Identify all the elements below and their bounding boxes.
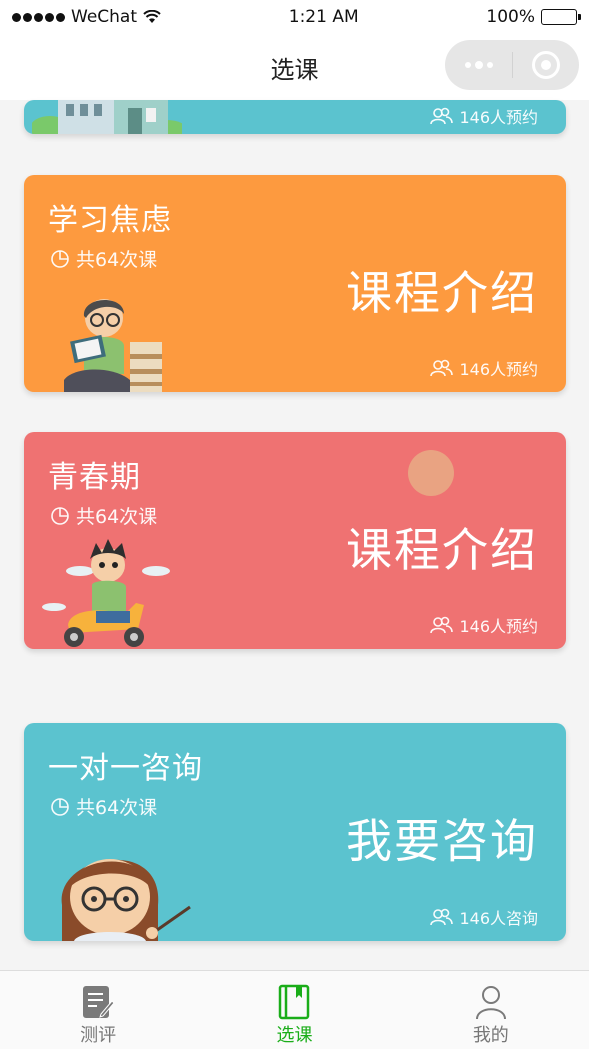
card-count-label: 146人预约 bbox=[459, 108, 538, 127]
status-left: WeChat bbox=[12, 7, 161, 27]
touch-indicator bbox=[408, 450, 454, 496]
card-signup-count: 146人预约 bbox=[429, 613, 538, 637]
card-lessons: 共64次课 bbox=[50, 245, 157, 272]
consult-link[interactable]: 我要咨询 bbox=[346, 805, 538, 871]
tab-label: 测评 bbox=[80, 1025, 117, 1046]
tab-label: 选课 bbox=[276, 1025, 313, 1046]
course-card-partial[interactable]: 146人预约 bbox=[24, 100, 566, 134]
card-lessons: 共64次课 bbox=[50, 793, 157, 820]
card-lessons-label: 共64次课 bbox=[76, 506, 158, 528]
pie-chart-icon bbox=[51, 797, 69, 816]
carrier-label: WeChat bbox=[71, 7, 137, 27]
people-icon bbox=[430, 359, 454, 377]
card-title: 学习焦虑 bbox=[48, 203, 172, 238]
tab-label: 我的 bbox=[472, 1025, 509, 1046]
page-title: 选课 bbox=[270, 55, 319, 84]
card-signup-count: 146人预约 bbox=[429, 356, 538, 380]
miniprogram-capsule bbox=[445, 40, 579, 90]
card-count-label: 146人咨询 bbox=[459, 909, 538, 928]
tab-evaluation[interactable]: 测评 bbox=[0, 971, 196, 1049]
battery-icon bbox=[541, 9, 581, 25]
status-bar: WeChat 1:21 AM 100% bbox=[0, 0, 589, 34]
people-icon bbox=[430, 107, 454, 125]
card-title: 一对一咨询 bbox=[48, 751, 203, 786]
house-illustration bbox=[32, 100, 182, 134]
course-intro-link[interactable]: 课程介绍 bbox=[346, 257, 538, 323]
boy-reading-illustration bbox=[64, 299, 162, 392]
tab-bar: 测评 选课 我的 bbox=[0, 970, 589, 1049]
battery-label: 100% bbox=[486, 7, 535, 27]
wifi-icon bbox=[143, 10, 161, 23]
boy-scooter-illustration bbox=[42, 539, 170, 647]
course-book-icon bbox=[278, 983, 310, 1021]
course-card-adolescence[interactable]: 青春期 共64次课 课程介绍 146人预约 bbox=[24, 432, 566, 649]
card-lessons: 共64次课 bbox=[50, 502, 157, 529]
card-lessons-label: 共64次课 bbox=[76, 249, 158, 271]
card-title: 青春期 bbox=[48, 460, 141, 495]
pie-chart-icon bbox=[51, 249, 69, 268]
people-icon bbox=[430, 908, 454, 926]
tab-mine[interactable]: 我的 bbox=[393, 971, 589, 1049]
card-count-label: 146人预约 bbox=[459, 360, 538, 379]
card-count-label: 146人预约 bbox=[459, 617, 538, 636]
status-time: 1:21 AM bbox=[288, 7, 359, 27]
course-intro-link[interactable]: 课程介绍 bbox=[346, 514, 538, 580]
close-target-icon[interactable] bbox=[531, 51, 560, 79]
nav-bar: 选课 bbox=[0, 34, 589, 100]
course-card-learning-anxiety[interactable]: 学习焦虑 共64次课 课程介绍 146人预约 bbox=[24, 175, 566, 392]
people-icon bbox=[430, 616, 454, 634]
card-lessons-label: 共64次课 bbox=[76, 797, 158, 819]
consultation-card[interactable]: 一对一咨询 共64次课 我要咨询 146人咨询 bbox=[24, 723, 566, 941]
card-consult-count: 146人咨询 bbox=[429, 905, 538, 929]
evaluation-icon bbox=[81, 983, 115, 1021]
more-icon[interactable] bbox=[464, 60, 493, 69]
signal-icon bbox=[12, 12, 65, 22]
tab-courses[interactable]: 选课 bbox=[196, 971, 392, 1049]
status-right: 100% bbox=[486, 7, 581, 27]
pie-chart-icon bbox=[51, 506, 69, 525]
person-icon bbox=[475, 983, 507, 1021]
teacher-girl-illustration bbox=[61, 859, 191, 941]
capsule-divider bbox=[511, 52, 513, 78]
card-signup-count: 146人预约 bbox=[429, 104, 538, 128]
